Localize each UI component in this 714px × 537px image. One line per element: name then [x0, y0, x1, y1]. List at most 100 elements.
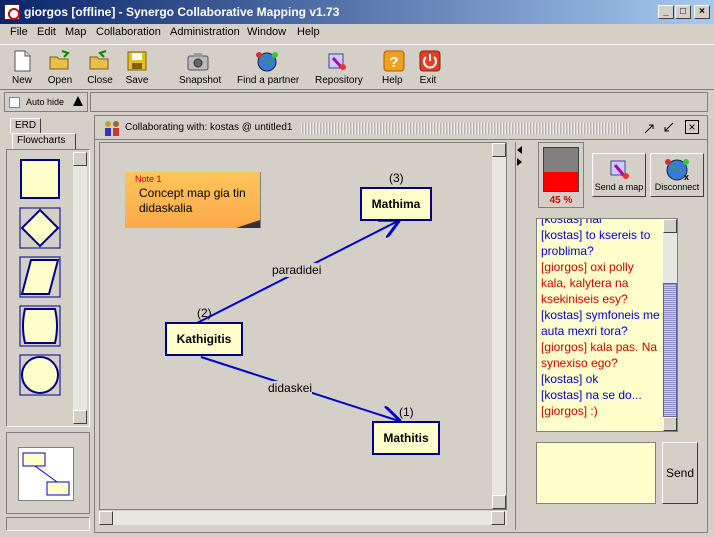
undock-icon[interactable]	[643, 121, 657, 135]
send-map-button[interactable]: Send a map	[592, 153, 646, 197]
send-button[interactable]: Send	[662, 442, 698, 504]
maximize-button[interactable]: □	[675, 5, 691, 19]
disconnect-icon: x	[664, 156, 690, 182]
note-corner	[236, 220, 260, 228]
menu-map[interactable]: Map	[65, 26, 86, 38]
collapse-up-icon[interactable]	[73, 96, 83, 106]
circle-shape[interactable]	[19, 354, 61, 396]
collaborators-icon	[103, 119, 121, 137]
node-mathitis[interactable]: Mathitis	[372, 421, 440, 455]
collapse-right-icon[interactable]	[517, 158, 522, 166]
chat-message: [kostas] symfoneis me auta mexri tora?	[541, 308, 664, 338]
menu-file[interactable]: File	[10, 26, 28, 38]
canvas-scroll-down[interactable]	[492, 495, 506, 509]
tab-flowcharts[interactable]: Flowcharts	[12, 133, 76, 149]
menu-administration[interactable]: Administration	[170, 26, 240, 38]
repository-icon	[325, 49, 349, 73]
node-number-mathima: (3)	[389, 171, 404, 185]
save-button[interactable]: Save	[124, 49, 150, 86]
chat-scrollbar[interactable]	[663, 219, 677, 431]
canvas-scroll-up[interactable]	[492, 143, 506, 157]
activity-meter: 45 %	[538, 142, 584, 208]
power-icon	[418, 49, 442, 73]
close-panel-icon[interactable]: ×	[685, 120, 699, 134]
chat-input[interactable]	[536, 442, 656, 504]
collapse-left-icon[interactable]	[517, 146, 522, 154]
globe-people-icon	[255, 49, 279, 73]
menu-window[interactable]: Window	[247, 26, 286, 38]
minimize-panel-icon[interactable]	[661, 121, 675, 135]
diamond-shape[interactable]	[19, 207, 61, 249]
exit-button[interactable]: Exit	[418, 49, 441, 86]
chat-message: [kostas] to ksereis to problima?	[541, 228, 654, 258]
new-document-icon	[10, 49, 34, 73]
app-icon	[4, 4, 20, 20]
save-disk-icon	[125, 49, 149, 73]
autohide-checkbox[interactable]	[9, 97, 20, 108]
menu-bar: File Edit Map Collaboration Administrati…	[0, 24, 714, 43]
note-header: Note 1	[135, 174, 162, 184]
open-folder-icon	[48, 49, 72, 73]
help-icon: ?	[382, 49, 406, 73]
node-number-mathitis: (1)	[399, 405, 414, 419]
canvas-hscroll[interactable]	[99, 511, 507, 525]
map-thumbnail[interactable]	[18, 447, 74, 501]
chat-message: [kostas] na se do...	[541, 388, 642, 402]
new-button[interactable]: New	[10, 49, 34, 86]
collaboration-window: Collaborating with: kostas @ untitled1 ×…	[94, 115, 708, 533]
camera-icon	[186, 49, 210, 73]
minimize-button[interactable]: _	[658, 5, 674, 19]
close-file-button[interactable]: Close	[86, 49, 114, 86]
menu-collaboration[interactable]: Collaboration	[96, 26, 161, 38]
help-button[interactable]: ? Help	[382, 49, 405, 86]
canvas-scroll-right[interactable]	[491, 511, 505, 525]
note-card[interactable]: Note 1 Concept map gia tin didaskalia	[125, 172, 261, 228]
disconnect-button[interactable]: x Disconnect	[650, 153, 704, 197]
title-bar: giorgos [offline] - Synergo Collaborativ…	[0, 0, 714, 24]
chat-message: [giorgos] :)	[541, 404, 598, 418]
node-kathigitis[interactable]: Kathigitis	[165, 322, 243, 356]
edge-label-paradidei[interactable]: paradidei	[272, 263, 322, 277]
repository-button[interactable]: Repository	[315, 49, 363, 86]
open-button[interactable]: Open	[46, 49, 74, 86]
rectangle-shape[interactable]	[19, 158, 61, 200]
shape-palette	[6, 149, 90, 427]
meter-percent: 45 %	[549, 195, 573, 206]
tab-erd[interactable]: ERD	[10, 118, 42, 134]
chat-messages: [kostas] nai [kostas] to ksereis to probl…	[537, 218, 664, 419]
canvas-scroll-left[interactable]	[99, 511, 113, 525]
chat-scroll-up[interactable]	[663, 219, 677, 233]
chat-message: [kostas] nai	[541, 218, 602, 226]
find-partner-button[interactable]: Find a partner	[237, 49, 299, 86]
meter-fill	[544, 172, 578, 191]
collaboration-title: Collaborating with: kostas @ untitled1	[125, 122, 293, 133]
chat-scroll-thumb[interactable]	[663, 283, 677, 417]
node-mathima[interactable]: Mathima	[360, 187, 432, 221]
menu-help[interactable]: Help	[297, 26, 320, 38]
send-map-icon	[606, 156, 632, 182]
scroll-up-button[interactable]	[73, 152, 87, 166]
snapshot-button[interactable]: Snapshot	[179, 49, 221, 86]
edge-label-didaskei[interactable]: didaskei	[268, 381, 313, 395]
chat-scroll-down[interactable]	[663, 417, 677, 431]
chat-message: [giorgos] oxi polly kala, kalytera na ks…	[541, 260, 638, 306]
palette-scrollbar[interactable]	[73, 152, 87, 424]
header-grip	[301, 123, 631, 134]
map-canvas[interactable]: Note 1 Concept map gia tin didaskalia (3…	[99, 142, 507, 510]
parallelogram-shape[interactable]	[19, 256, 61, 298]
svg-text:?: ?	[389, 54, 398, 71]
chat-message: [giorgos] kala pas. Na synexiso ego?	[541, 340, 661, 370]
toolbar: New Open Close Save Snapshot Find a part…	[0, 44, 714, 90]
close-folder-icon	[88, 49, 112, 73]
meter-gauge	[543, 147, 579, 192]
document-shape[interactable]	[19, 305, 61, 347]
autohide-bar: Auto hide	[4, 92, 88, 112]
menu-edit[interactable]: Edit	[37, 26, 56, 38]
close-button[interactable]: ×	[694, 5, 710, 19]
scroll-down-button[interactable]	[73, 410, 87, 424]
panel-splitter[interactable]	[515, 142, 523, 530]
empty-toolbar-strip	[90, 92, 708, 112]
chat-log[interactable]: [kostas] nai [kostas] to ksereis to probl…	[536, 218, 678, 432]
svg-text:x: x	[684, 172, 689, 182]
canvas-vscroll[interactable]	[492, 143, 506, 509]
